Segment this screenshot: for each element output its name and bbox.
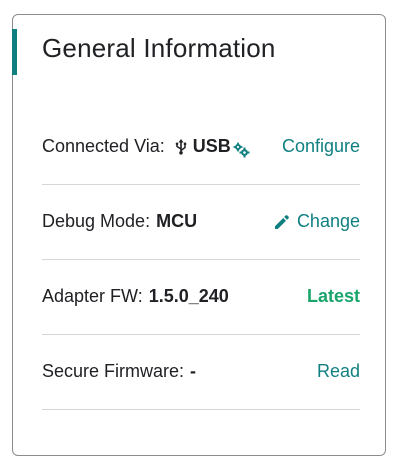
general-information-card: General Information Connected Via: USB C… — [11, 14, 386, 456]
debug-mode-label: Debug Mode: — [42, 211, 151, 231]
configure-button[interactable]: Configure — [282, 136, 360, 157]
connected-via-row: Connected Via: USB Configure — [42, 109, 360, 185]
change-label: Change — [296, 211, 360, 231]
debug-mode-value: MCU — [156, 211, 198, 231]
firmware-status-badge: Latest — [306, 286, 360, 306]
usb-icon — [175, 138, 187, 155]
adapter-fw-value: 1.5.0_240 — [148, 286, 229, 306]
configure-label: Configure — [281, 136, 360, 156]
change-button[interactable]: Change — [274, 211, 360, 232]
adapter-fw-row: Adapter FW: 1.5.0_240 Latest — [42, 259, 360, 335]
card-title: General Information — [42, 33, 276, 63]
secure-firmware-label: Secure Firmware: — [42, 361, 185, 381]
secure-firmware-info: Secure Firmware: - — [42, 361, 196, 382]
adapter-fw-label: Adapter FW: — [42, 286, 143, 306]
pencil-icon — [274, 214, 290, 230]
secure-firmware-value: - — [190, 361, 197, 381]
debug-mode-info: Debug Mode: MCU — [42, 211, 197, 232]
gear-icon — [233, 142, 250, 158]
read-label: Read — [316, 361, 360, 381]
debug-mode-row: Debug Mode: MCU Change — [42, 184, 360, 260]
connected-via-label: Connected Via: — [42, 136, 165, 156]
title-accent-bar — [11, 29, 17, 75]
read-button[interactable]: Read — [317, 361, 360, 382]
connected-via-info: Connected Via: USB — [42, 136, 250, 158]
adapter-fw-info: Adapter FW: 1.5.0_240 — [42, 286, 229, 307]
secure-firmware-row: Secure Firmware: - Read — [42, 334, 360, 410]
connected-via-value: USB — [192, 136, 231, 156]
